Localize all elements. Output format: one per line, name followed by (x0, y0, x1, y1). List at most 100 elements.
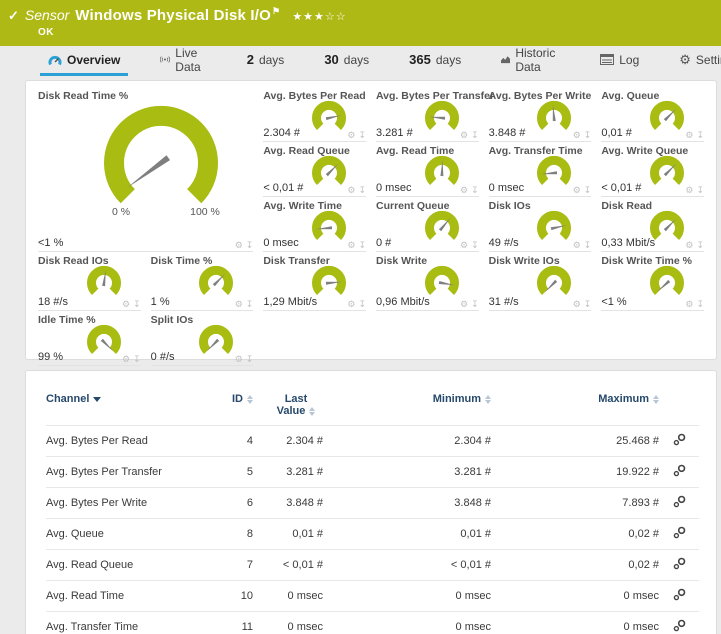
flag-icon[interactable]: ⚑ (272, 6, 280, 16)
cell-min: < 0,01 # (323, 550, 491, 581)
cell-max: 19.922 # (491, 457, 659, 488)
gauge-pin-icon[interactable]: ↧ (584, 131, 592, 140)
column-label: Minimum (433, 393, 481, 405)
gauge-value: <1 % (38, 237, 63, 249)
tab-365-days[interactable]: 365days (401, 46, 469, 76)
gauge-gear-icon[interactable]: ⚙ (685, 241, 693, 250)
gauge-chart (529, 264, 577, 302)
column-header-channel[interactable]: Channel (46, 387, 198, 426)
cell-channel: Avg. Queue (46, 519, 198, 550)
gauge-gear-icon[interactable]: ⚙ (122, 300, 130, 309)
tab-label: days (344, 53, 369, 67)
gauge-value: 3.281 # (376, 127, 413, 139)
gauge-gear-icon[interactable]: ⚙ (573, 131, 581, 140)
gauge-gear-icon[interactable]: ⚙ (685, 300, 693, 309)
channel-settings-icon[interactable] (673, 433, 686, 449)
gauge-cell: 0 %100 %⚙↧Disk Read Time %<1 % (38, 87, 253, 252)
status-check-icon: ✓ (8, 8, 19, 24)
gauge-pin-icon[interactable]: ↧ (696, 241, 704, 250)
gauge-pin-icon[interactable]: ↧ (471, 186, 479, 195)
channel-settings-icon[interactable] (673, 495, 686, 511)
gauge-label: Avg. Transfer Time (489, 145, 583, 157)
gauge-pin-icon[interactable]: ↧ (696, 186, 704, 195)
gauge-gear-icon[interactable]: ⚙ (235, 241, 243, 250)
column-header-last[interactable]: Last Value (253, 387, 323, 426)
gauge-pin-icon[interactable]: ↧ (358, 300, 366, 309)
gauge-value: 0,96 Mbit/s (376, 296, 430, 308)
gauge-gear-icon[interactable]: ⚙ (573, 241, 581, 250)
gauge-gear-icon[interactable]: ⚙ (460, 300, 468, 309)
tab-number: 30 (324, 52, 338, 67)
gauge-cell: ⚙↧Disk Read IOs18 #/s (38, 252, 141, 311)
gauge-cell: ⚙↧ Disk Write 0,96 Mbit/s (376, 252, 479, 311)
gauge-pin-icon[interactable]: ↧ (358, 186, 366, 195)
tab-log[interactable]: Log (592, 46, 647, 76)
tab-2-days[interactable]: 2days (239, 46, 293, 76)
gauge-value: 0 msec (489, 182, 524, 194)
gauge-gear-icon[interactable]: ⚙ (460, 131, 468, 140)
channel-settings-icon[interactable] (673, 619, 686, 634)
gauge-gear-icon[interactable]: ⚙ (573, 300, 581, 309)
gauge-label: Disk Write (376, 255, 427, 267)
gauge-gear-icon[interactable]: ⚙ (235, 300, 243, 309)
gauge-gear-icon[interactable]: ⚙ (460, 186, 468, 195)
gauge-gear-icon[interactable]: ⚙ (460, 241, 468, 250)
gauge-pin-icon[interactable]: ↧ (471, 300, 479, 309)
gauge-cell: ⚙↧Current Queue0 # (376, 197, 479, 252)
gauge-gear-icon[interactable]: ⚙ (347, 241, 355, 250)
gauge-gear-icon[interactable]: ⚙ (347, 300, 355, 309)
column-header-min[interactable]: Minimum (323, 387, 491, 426)
gauge-pin-icon[interactable]: ↧ (584, 300, 592, 309)
gauge-pin-icon[interactable]: ↧ (358, 241, 366, 250)
cell-settings (659, 519, 699, 550)
tab-30-days[interactable]: 30 days (316, 46, 377, 76)
gauge-value: < 0,01 # (263, 182, 303, 194)
gauge-cell: ⚙↧ Avg. Transfer Time 0 msec (489, 142, 592, 197)
channel-settings-icon[interactable] (673, 464, 686, 480)
gauge-pin-icon[interactable]: ↧ (133, 300, 141, 309)
gauge-pin-icon[interactable]: ↧ (133, 355, 141, 364)
gauge-pin-icon[interactable]: ↧ (696, 300, 704, 309)
gauge-max-label: 100 % (190, 206, 220, 218)
priority-stars[interactable]: ★★★☆☆ (292, 10, 346, 23)
table-row: Avg. Read Queue7< 0,01 #< 0,01 #0,02 # (46, 550, 699, 581)
tab-label: Log (619, 53, 639, 67)
channel-settings-icon[interactable] (673, 588, 686, 604)
gauge-gear-icon[interactable]: ⚙ (573, 186, 581, 195)
gauge-gear-icon[interactable]: ⚙ (685, 131, 693, 140)
tab-settings[interactable]: ⚙Settings (671, 46, 721, 76)
gauge-pin-icon[interactable]: ↧ (246, 355, 254, 364)
column-header-id[interactable]: ID (198, 387, 253, 426)
tab-overview[interactable]: Overview (40, 46, 128, 76)
gauge-pin-icon[interactable]: ↧ (471, 241, 479, 250)
gauge-label: Disk Read (601, 200, 652, 212)
broadcast-icon (160, 54, 170, 65)
cell-settings (659, 550, 699, 581)
gauge-gear-icon[interactable]: ⚙ (685, 186, 693, 195)
cell-min: 3.281 # (323, 457, 491, 488)
gauge-pin-icon[interactable]: ↧ (246, 241, 254, 250)
gauge-grid: 0 %100 %⚙↧Disk Read Time %<1 %⚙↧Avg. Byt… (26, 81, 716, 370)
gauge-gear-icon[interactable]: ⚙ (347, 131, 355, 140)
gauge-gear-icon[interactable]: ⚙ (235, 355, 243, 364)
gauge-pin-icon[interactable]: ↧ (696, 131, 704, 140)
gauge-label: Disk Write IOs (489, 255, 560, 267)
channel-settings-icon[interactable] (673, 526, 686, 542)
gauges-panel: 0 %100 %⚙↧Disk Read Time %<1 %⚙↧Avg. Byt… (25, 80, 717, 360)
gauge-label: Avg. Write Time (263, 200, 342, 212)
tab-number: 2 (247, 52, 254, 67)
tab-live-data[interactable]: Live Data (152, 46, 214, 76)
gauge-pin-icon[interactable]: ↧ (246, 300, 254, 309)
gauge-pin-icon[interactable]: ↧ (471, 131, 479, 140)
column-header-max[interactable]: Maximum (491, 387, 659, 426)
channel-settings-icon[interactable] (673, 557, 686, 573)
tab-historic-data[interactable]: Historic Data (493, 46, 568, 76)
gauge-gear-icon[interactable]: ⚙ (347, 186, 355, 195)
gauge-gear-icon[interactable]: ⚙ (122, 355, 130, 364)
gauge-pin-icon[interactable]: ↧ (584, 241, 592, 250)
cell-id: 5 (198, 457, 253, 488)
tab-number: 365 (409, 52, 431, 67)
gauge-pin-icon[interactable]: ↧ (584, 186, 592, 195)
sort-arrows-icon (485, 395, 491, 404)
gauge-pin-icon[interactable]: ↧ (358, 131, 366, 140)
